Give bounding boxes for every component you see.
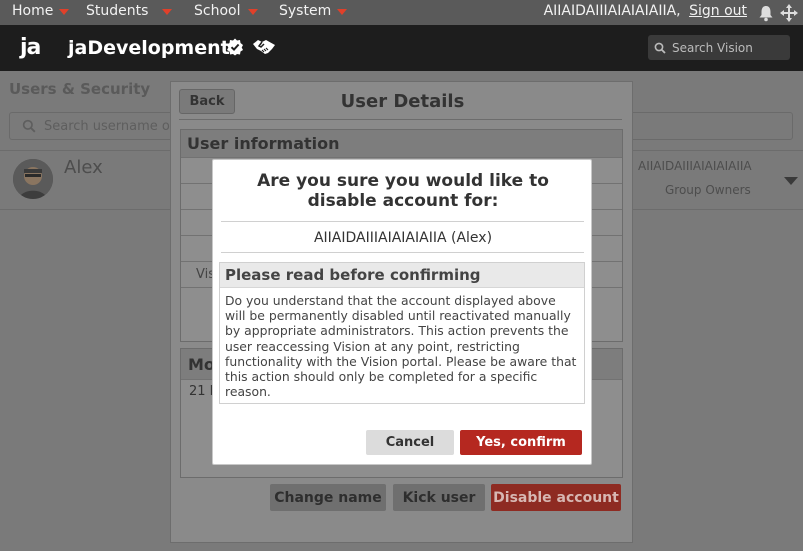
current-user: AIIAIDAIIIAIAIAIAIIA, Sign out <box>544 3 747 19</box>
chevron-down-icon[interactable] <box>784 177 798 185</box>
notice-heading: Please read before confirming <box>220 263 584 288</box>
nav-school-label: School <box>194 3 241 19</box>
caret-down-icon <box>337 9 348 15</box>
brand-name: jaDevelopment <box>68 37 230 59</box>
change-name-button[interactable]: Change name <box>270 484 386 511</box>
dialog-account-name: AIIAIDAIIIAIAIAIAIIA (Alex) <box>313 230 493 246</box>
caret-down-icon <box>59 9 70 15</box>
nav-school[interactable]: School <box>194 3 259 19</box>
verified-badge-icon <box>226 38 244 60</box>
search-icon <box>22 119 36 133</box>
nav-home[interactable]: Home <box>12 3 70 19</box>
user-information-heading: User information <box>181 130 622 157</box>
kick-user-button[interactable]: Kick user <box>393 484 485 511</box>
notice-box: Please read before confirming Do you und… <box>219 262 585 404</box>
nav-students-label: Students <box>86 3 149 19</box>
nav-home-label: Home <box>12 3 54 19</box>
nav-system-label: System <box>279 3 332 19</box>
move-icon[interactable] <box>780 4 798 26</box>
nav-students[interactable]: Students <box>86 3 173 19</box>
nav-system[interactable]: System <box>279 3 348 19</box>
notice-body: Do you understand that the account displ… <box>225 293 577 400</box>
search-placeholder: Search Vision <box>672 40 753 55</box>
user-name: AIIAIDAIIIAIAIAIAIIA, <box>543 3 681 19</box>
search-vision-input[interactable]: Search Vision <box>648 35 790 60</box>
back-button[interactable]: Back <box>179 89 235 114</box>
divider <box>221 252 584 253</box>
confirm-button[interactable]: Yes, confirm <box>460 430 582 455</box>
caret-down-icon <box>248 9 259 15</box>
app-header: ja jaDevelopment Search Vision <box>0 25 803 71</box>
sign-out-link[interactable]: Sign out <box>689 3 747 19</box>
handshake-icon <box>252 37 276 61</box>
search-icon <box>654 42 666 54</box>
user-row-name: Alex <box>64 157 103 178</box>
user-row-group: Group Owners <box>665 183 751 197</box>
avatar <box>13 159 53 199</box>
caret-down-icon <box>162 9 173 15</box>
disable-account-button[interactable]: Disable account <box>491 484 621 511</box>
app-logo[interactable]: ja <box>20 35 41 60</box>
page-title: Users & Security <box>9 80 151 98</box>
disable-confirm-dialog: Are you sure you would like to disable a… <box>212 159 592 465</box>
user-search-placeholder: Search username o <box>44 118 170 134</box>
divider <box>179 119 622 120</box>
cancel-button[interactable]: Cancel <box>366 430 454 455</box>
bell-icon[interactable] <box>757 4 775 26</box>
divider <box>221 221 584 222</box>
user-details-title: User Details <box>340 91 465 112</box>
dialog-title: Are you sure you would like to disable a… <box>257 171 549 211</box>
user-row-login: AIIAIDAIIIAIAIAIAIIA <box>638 159 752 173</box>
top-navigation: Home Students School System AIIAIDAIIIAI… <box>0 0 803 25</box>
